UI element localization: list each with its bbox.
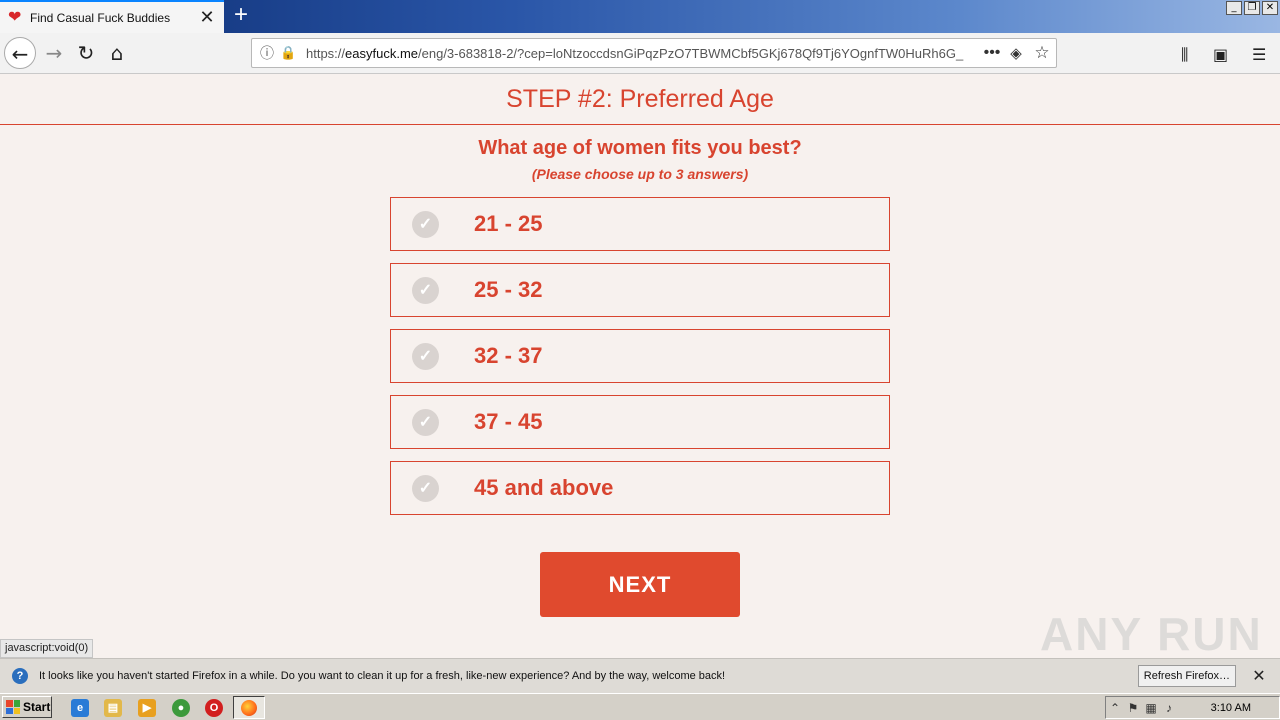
checkmark-icon: ✓	[412, 408, 439, 436]
close-tab-icon[interactable]: ✕	[196, 7, 218, 28]
home-button[interactable]: ⌂	[101, 37, 133, 69]
tab-title: Find Casual Fuck Buddies	[30, 10, 171, 25]
pocket-icon[interactable]: ◈	[1004, 44, 1028, 62]
checkmark-icon: ✓	[412, 342, 439, 370]
checkmark-icon: ✓	[412, 210, 439, 238]
browser-titlebar: ❤ Find Casual Fuck Buddies ✕ + _ ❐ ✕	[0, 0, 1280, 33]
ie-icon[interactable]: e	[71, 699, 89, 717]
firefox-icon	[241, 700, 257, 716]
option-label: 25 - 32	[474, 277, 543, 302]
age-option-37-45[interactable]: ✓ 37 - 45	[390, 395, 890, 449]
anyrun-watermark: ANY RUN	[1040, 608, 1263, 660]
page-content: STEP #2: Preferred Age What age of women…	[0, 75, 1280, 660]
heart-icon: ❤	[8, 8, 22, 26]
lock-icon[interactable]: 🔒	[280, 45, 296, 61]
restore-button[interactable]: ❐	[1244, 1, 1260, 15]
sidebar-icon[interactable]: ▣	[1213, 45, 1228, 64]
bookmark-star-icon[interactable]: ☆	[1028, 43, 1056, 63]
volume-icon[interactable]: ♪	[1160, 701, 1178, 715]
network-icon[interactable]: ▦	[1142, 701, 1160, 715]
step-title: STEP #2: Preferred Age	[506, 85, 774, 113]
info-icon[interactable]: ⓘ	[260, 43, 278, 63]
close-window-button[interactable]: ✕	[1262, 1, 1278, 15]
opera-icon[interactable]: O	[205, 699, 223, 717]
forward-button[interactable]: →	[38, 37, 70, 69]
option-label: 37 - 45	[474, 409, 543, 434]
browser-tab[interactable]: ❤ Find Casual Fuck Buddies ✕	[0, 0, 224, 33]
tray-expand-icon[interactable]: ⌃	[1106, 701, 1124, 715]
window-controls: _ ❐ ✕	[1226, 1, 1278, 15]
notification-message: It looks like you haven't started Firefo…	[39, 670, 726, 682]
age-option-25-32[interactable]: ✓ 25 - 32	[390, 263, 890, 317]
start-label: Start	[23, 700, 51, 714]
notification-bar: ? It looks like you haven't started Fire…	[0, 658, 1280, 693]
refresh-firefox-button[interactable]: Refresh Firefox…	[1137, 665, 1236, 687]
page-actions-icon[interactable]: •••	[980, 44, 1004, 62]
clock: 3:10 AM	[1210, 701, 1251, 714]
next-button[interactable]: NEXT	[540, 552, 740, 617]
question-heading: What age of women fits you best?	[478, 137, 802, 159]
url-text[interactable]: https://easyfuck.me/eng/3-683818-2/?cep=…	[306, 46, 966, 61]
folder-icon[interactable]: ▤	[104, 699, 122, 717]
answer-hint: (Please choose up to 3 answers)	[531, 166, 749, 182]
menu-icon[interactable]: ☰	[1252, 45, 1266, 64]
status-link-text: javascript:void(0)	[0, 639, 94, 658]
age-option-45-above[interactable]: ✓ 45 and above	[390, 461, 890, 515]
navigation-bar: ← → ↻ ⌂ ⓘ 🔒 https://easyfuck.me/eng/3-68…	[0, 33, 1280, 74]
windows-logo-icon	[6, 700, 20, 714]
address-bar[interactable]: ⓘ 🔒 https://easyfuck.me/eng/3-683818-2/?…	[251, 38, 1057, 68]
taskbar: Start e ▤ ▶ ● O ⌃ ⚑ ▦ ♪ 3:10 AM	[0, 693, 1280, 720]
library-icon[interactable]: ⫼	[1181, 45, 1188, 65]
media-player-icon[interactable]: ▶	[138, 699, 156, 717]
flag-icon[interactable]: ⚑	[1124, 701, 1142, 715]
option-label: 45 and above	[474, 475, 614, 500]
chrome-icon[interactable]: ●	[172, 699, 190, 717]
minimize-button[interactable]: _	[1226, 1, 1242, 15]
age-option-21-25[interactable]: ✓ 21 - 25	[390, 197, 890, 251]
back-button[interactable]: ←	[4, 37, 36, 69]
system-tray: ⌃ ⚑ ▦ ♪ 3:10 AM	[1105, 696, 1280, 719]
age-option-32-37[interactable]: ✓ 32 - 37	[390, 329, 890, 383]
header-divider	[0, 124, 1280, 125]
option-label: 32 - 37	[474, 343, 543, 368]
question-icon: ?	[12, 668, 28, 684]
close-notification-icon[interactable]: ✕	[1248, 666, 1270, 686]
option-label: 21 - 25	[474, 211, 543, 236]
firefox-taskbar-button[interactable]	[233, 696, 265, 719]
reload-button[interactable]: ↻	[70, 37, 102, 69]
checkmark-icon: ✓	[412, 276, 439, 304]
start-button[interactable]: Start	[2, 696, 52, 718]
checkmark-icon: ✓	[412, 474, 439, 502]
new-tab-button[interactable]: +	[228, 3, 254, 29]
